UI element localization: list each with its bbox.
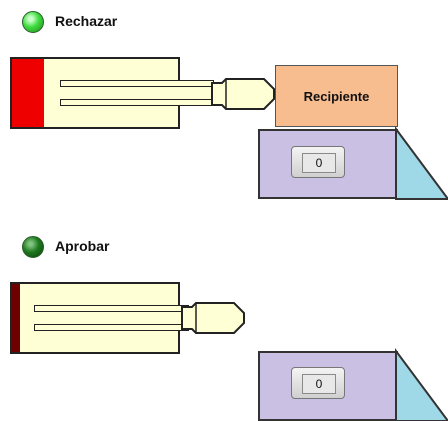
piston-rod-inner [60,86,220,100]
aprobar-counter: 0 [291,367,345,399]
rechazar-counter: 0 [291,146,345,178]
aprobar-label: Aprobar [55,238,110,254]
aprobar-led-indicator[interactable] [22,236,44,258]
piston-rod-inner [34,311,184,325]
recipiente-container: Recipiente [275,65,398,127]
piston-head [211,78,275,110]
ramp [395,125,448,200]
aprobar-counter-value: 0 [302,374,336,394]
rechazar-label: Rechazar [55,13,118,29]
cylinder-cap [10,57,44,129]
ramp [395,347,448,421]
piston-head [181,302,245,334]
rechazar-led-indicator[interactable] [22,11,44,33]
rechazar-counter-value: 0 [302,153,336,173]
cylinder-cap [10,282,20,354]
